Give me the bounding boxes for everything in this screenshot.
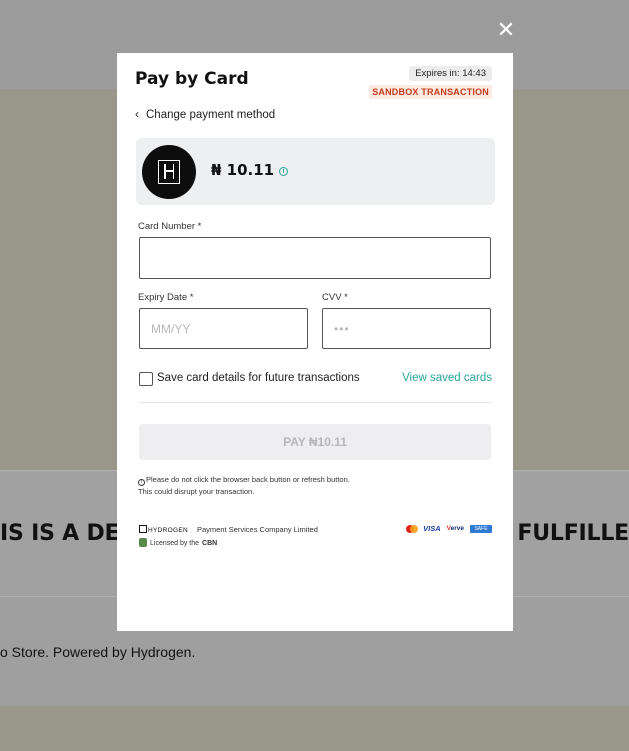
cvv-input[interactable]: ••• bbox=[322, 308, 491, 349]
expires-time: 14:43 bbox=[462, 68, 486, 79]
card-number-label: Card Number * bbox=[138, 221, 202, 232]
sandbox-badge: SANDBOX TRANSACTION bbox=[369, 85, 492, 99]
expiry-date-placeholder: MM/YY bbox=[151, 321, 191, 336]
modal-title: Pay by Card bbox=[135, 69, 249, 89]
footer-text: o Store. Powered by Hydrogen. bbox=[0, 644, 196, 660]
card-brand-logos: VISA Verve SAFE bbox=[406, 524, 492, 533]
chevron-left-icon: ‹ bbox=[135, 107, 139, 121]
change-payment-method-link[interactable]: ‹ Change payment method bbox=[135, 107, 275, 121]
mastercard-icon bbox=[406, 524, 419, 533]
expiry-date-input[interactable]: MM/YY bbox=[139, 308, 308, 349]
visa-icon: VISA bbox=[423, 524, 441, 533]
payment-modal: Pay by Card Expires in: 14:43 SANDBOX TR… bbox=[117, 53, 513, 631]
demo-band-text-right: E FULFILLE bbox=[495, 521, 629, 546]
background-bottom bbox=[0, 706, 629, 751]
hydrogen-mark-icon bbox=[139, 525, 147, 533]
cvv-placeholder: ••• bbox=[334, 321, 350, 336]
warning-notice: i Please do not click the browser back bu… bbox=[138, 474, 398, 497]
merchant-logo bbox=[142, 145, 196, 199]
change-payment-method-label: Change payment method bbox=[146, 109, 276, 121]
warning-line-1: Please do not click the browser back but… bbox=[146, 475, 350, 484]
hydrogen-logo-icon bbox=[158, 160, 180, 184]
save-card-label: Save card details for future transaction… bbox=[157, 372, 360, 384]
expires-badge: Expires in: 14:43 bbox=[409, 66, 492, 81]
hydrogen-brand-name: HYDROGEN bbox=[148, 527, 188, 534]
warning-line-2: This could disrupt your transaction. bbox=[138, 487, 255, 496]
cbn-text: CBN bbox=[202, 540, 218, 547]
info-icon[interactable]: i bbox=[279, 167, 288, 176]
pay-button[interactable]: PAY ₦10.11 bbox=[139, 424, 491, 460]
view-saved-cards-link[interactable]: View saved cards bbox=[402, 372, 492, 384]
expiry-date-label: Expiry Date * bbox=[138, 292, 194, 303]
hydrogen-brand-logo: HYDROGEN bbox=[139, 525, 188, 534]
amount-card: ₦ 10.11 i bbox=[136, 138, 495, 205]
save-card-checkbox[interactable] bbox=[139, 372, 153, 386]
cbn-seal-icon bbox=[139, 538, 147, 547]
expires-label: Expires in: bbox=[415, 68, 460, 79]
licensed-notice: Licensed by the CBN bbox=[139, 538, 217, 547]
card-number-input[interactable] bbox=[139, 237, 491, 279]
verve-icon: Verve bbox=[446, 525, 464, 532]
warning-info-icon: i bbox=[138, 479, 145, 486]
amount-value: ₦ 10.11 bbox=[211, 161, 275, 179]
close-icon[interactable]: ✕ bbox=[495, 20, 517, 42]
company-name: Payment Services Company Limited bbox=[197, 525, 318, 534]
divider bbox=[139, 402, 492, 403]
cvv-label: CVV * bbox=[322, 292, 348, 303]
safetoken-icon: SAFE bbox=[470, 524, 492, 533]
licensed-by-text: Licensed by the bbox=[150, 540, 200, 547]
